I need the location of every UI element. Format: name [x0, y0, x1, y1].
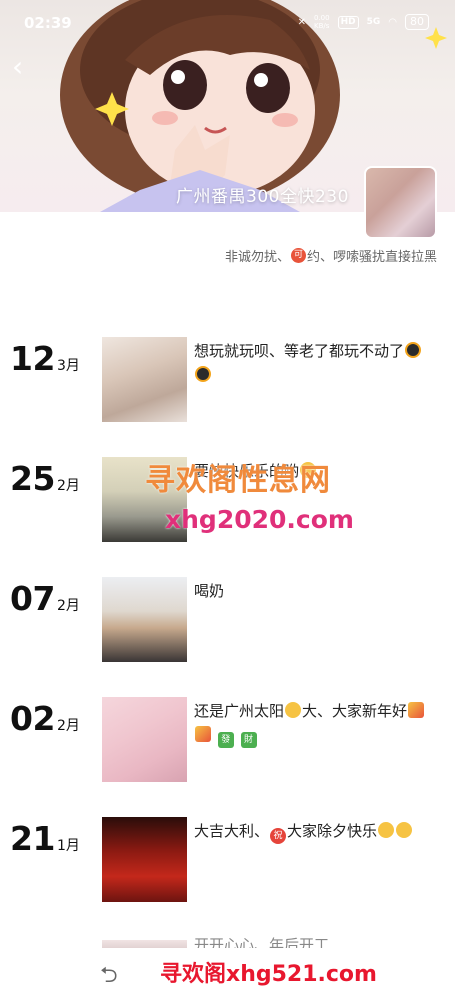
footer-watermark: 寻欢阁xhg521.com	[160, 962, 377, 987]
timeline-post[interactable]: 12 3月 想玩就玩呗、等老了都玩不动了	[0, 337, 455, 437]
post-text: 大吉大利、祝大家除夕快乐	[194, 819, 444, 844]
post-text: 喝奶	[194, 579, 444, 603]
status-bar: 02:39 ✕ 0.00 KB/s HD 5G ◠ 80	[0, 0, 455, 46]
post-day: 12	[10, 339, 55, 378]
mahjong-fa-icon: 財	[240, 732, 257, 748]
post-date: 21 1月	[10, 821, 80, 857]
post-day: 07	[10, 579, 55, 618]
post-date: 07 2月	[10, 581, 80, 617]
post-day: 21	[10, 819, 55, 858]
party-popper-icon	[195, 726, 211, 742]
post-month: 2月	[56, 478, 80, 494]
signature-text-before: 非诚勿扰、	[224, 250, 290, 265]
post-date: 02 2月	[10, 701, 80, 737]
hd-icon: HD	[337, 15, 359, 29]
post-day: 25	[10, 459, 55, 498]
status-time: 02:39	[24, 14, 72, 32]
qq-penguin-icon	[195, 366, 211, 382]
chevron-left-icon: ‹	[12, 50, 24, 83]
status-icons: ✕ 0.00 KB/s HD 5G ◠ 80	[298, 14, 429, 30]
timeline-post[interactable]: 02 2月 还是广州太阳 大、大家新年好 發 財	[0, 697, 455, 797]
signature-badge: 可	[290, 248, 306, 263]
post-text-content: 还是广州太阳	[194, 702, 285, 720]
bottom-bar: 开开心心、年后开工 ⮌ 寻欢阁xhg521.com	[0, 936, 455, 1000]
post-thumbnail[interactable]	[102, 697, 187, 782]
mute-icon: ✕	[297, 16, 306, 28]
cover-title: 广州番禺300全快230	[176, 187, 349, 207]
timeline-post[interactable]: 07 2月 喝奶	[0, 577, 455, 677]
party-popper-icon	[408, 702, 425, 718]
watermark-cn: 寻欢阁性息网	[145, 463, 331, 498]
post-text-content: 大吉大利、	[194, 822, 270, 840]
mahjong-fa-icon: 發	[217, 732, 234, 748]
post-month: 3月	[56, 358, 80, 374]
signal-icon: 5G	[366, 17, 381, 27]
smile-icon	[396, 822, 413, 838]
post-thumbnail[interactable]	[102, 577, 187, 662]
signature-text-after: 约、啰嗦骚扰直接拉黑	[306, 250, 437, 265]
watermark-url: xhg2020.com	[165, 505, 354, 534]
smile-icon	[378, 822, 395, 838]
post-month: 1月	[56, 838, 80, 854]
back-button[interactable]: ‹	[12, 53, 36, 81]
post-thumbnail-peek[interactable]	[102, 940, 187, 948]
post-text-content: 喝奶	[194, 582, 225, 600]
avatar[interactable]	[364, 166, 437, 239]
post-thumbnail[interactable]	[102, 337, 187, 422]
battery-icon: 80	[405, 14, 429, 30]
smile-icon	[285, 702, 302, 718]
post-month: 2月	[56, 598, 80, 614]
timeline-post[interactable]: 21 1月 大吉大利、祝大家除夕快乐	[0, 817, 455, 917]
post-day: 02	[10, 699, 55, 738]
network-speed: 0.00 KB/s	[314, 14, 330, 30]
post-text: 还是广州太阳 大、大家新年好 發 財	[194, 699, 444, 748]
watermark: 寻欢阁性息网 xhg2020.com	[145, 455, 375, 545]
post-text-content: 想玩就玩呗、等老了都玩不动了	[194, 342, 405, 360]
post-month: 2月	[56, 718, 80, 734]
post-date: 25 2月	[10, 461, 80, 497]
post-thumbnail[interactable]	[102, 817, 187, 902]
return-icon[interactable]: ⮌	[100, 958, 118, 996]
post-text: 想玩就玩呗、等老了都玩不动了	[194, 339, 444, 387]
post-text-content-after: 大家除夕快乐	[287, 822, 378, 840]
wish-badge-icon: 祝	[270, 828, 287, 844]
post-text-peek: 开开心心、年后开工	[194, 936, 330, 948]
qq-penguin-icon	[405, 342, 422, 358]
wifi-icon: ◠	[388, 16, 397, 28]
profile-signature: 非诚勿扰、 可 约、啰嗦骚扰直接拉黑	[225, 246, 437, 265]
post-date: 12 3月	[10, 341, 80, 377]
post-text-content-after: 大、大家新年好	[302, 702, 408, 720]
